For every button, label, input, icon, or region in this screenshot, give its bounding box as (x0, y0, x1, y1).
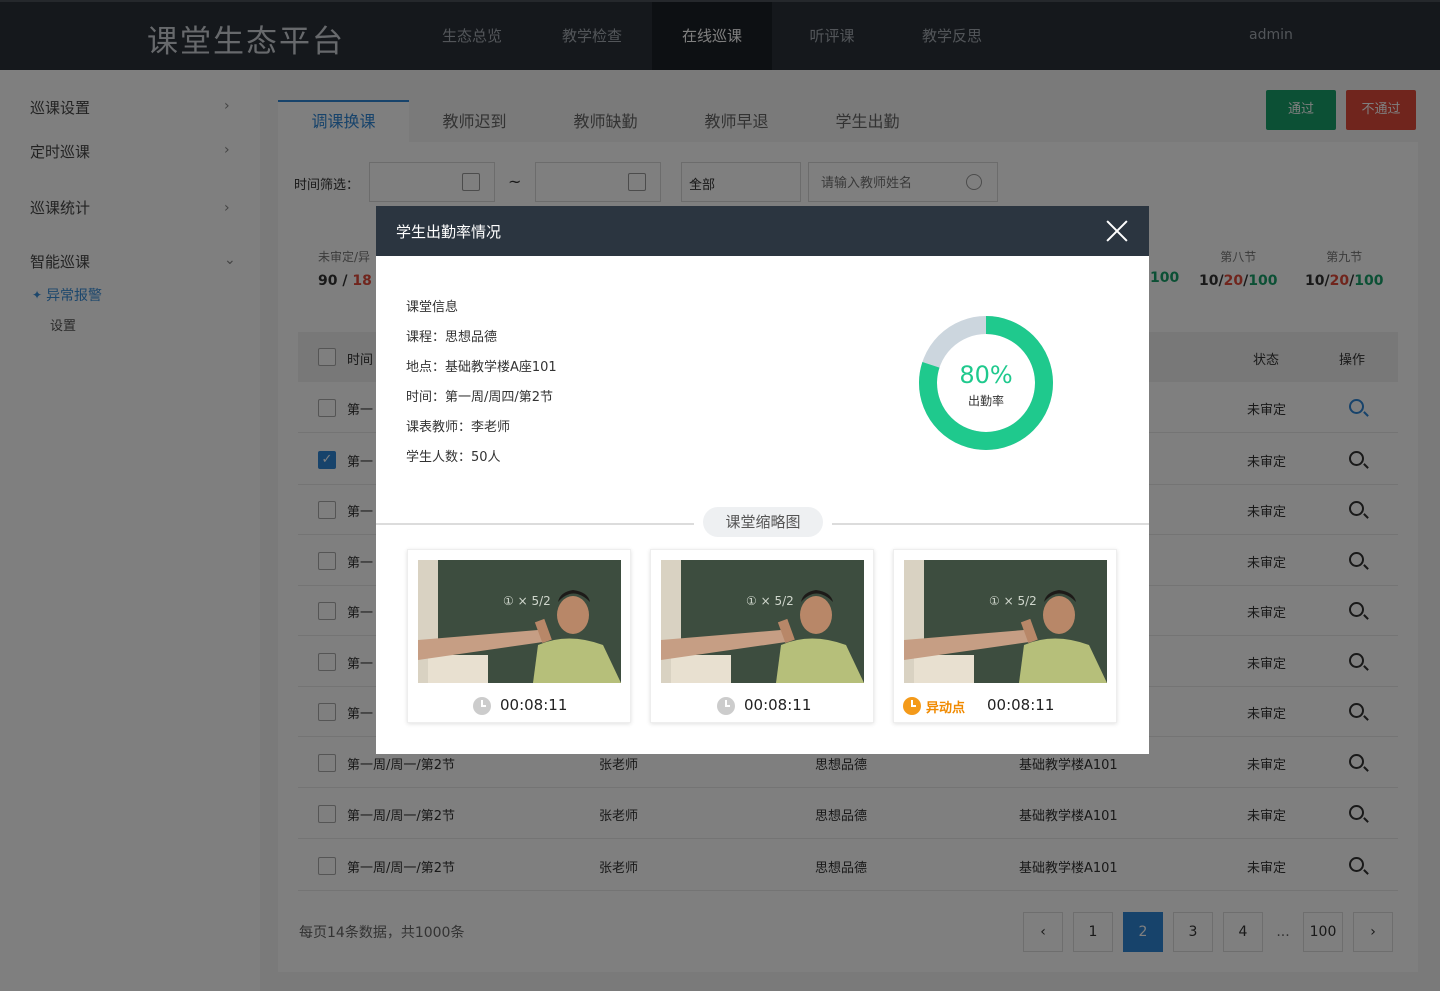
thumbnail-card[interactable]: ① × 5/2 00:08:11 (650, 549, 874, 723)
attendance-modal: 学生出勤率情况 课堂信息 课程：思想品德 地点：基础教学楼A座101 时间：第一… (376, 206, 1149, 754)
thumbnail-time: 00:08:11 (744, 696, 812, 714)
info-students: 学生人数：50人 (406, 450, 501, 465)
anomaly-label: 异动点 (926, 701, 966, 716)
thumbnail-card-anomaly[interactable]: ① × 5/2 异动点 00:08:11 (893, 549, 1117, 723)
info-place: 地点：基础教学楼A座101 (406, 360, 557, 375)
svg-text:① × 5/2: ① × 5/2 (503, 594, 551, 608)
clock-icon (903, 697, 921, 715)
svg-text:① × 5/2: ① × 5/2 (746, 594, 794, 608)
info-time: 时间：第一周/周四/第2节 (406, 390, 554, 405)
thumbnail-time: 00:08:11 (987, 696, 1055, 714)
info-teacher: 课表教师：李老师 (406, 420, 511, 435)
classroom-photo: ① × 5/2 (904, 560, 1107, 683)
clock-icon (717, 697, 735, 715)
divider (376, 523, 694, 525)
clock-icon (473, 697, 491, 715)
close-icon[interactable] (1106, 220, 1128, 242)
thumbnail-time: 00:08:11 (500, 696, 568, 714)
info-heading: 课堂信息 (406, 300, 459, 315)
thumbnail-section-title: 课堂缩略图 (703, 507, 823, 537)
classroom-photo: ① × 5/2 (418, 560, 621, 683)
info-course: 课程：思想品德 (406, 330, 498, 345)
modal-title: 学生出勤率情况 (396, 223, 502, 241)
modal-header: 学生出勤率情况 (376, 206, 1149, 256)
attendance-rate-label: 出勤率 (967, 394, 1004, 408)
thumbnail-card[interactable]: ① × 5/2 00:08:11 (407, 549, 631, 723)
classroom-photo: ① × 5/2 (661, 560, 864, 683)
attendance-rate: 80% (959, 361, 1013, 389)
svg-text:① × 5/2: ① × 5/2 (989, 594, 1037, 608)
divider (832, 523, 1149, 525)
